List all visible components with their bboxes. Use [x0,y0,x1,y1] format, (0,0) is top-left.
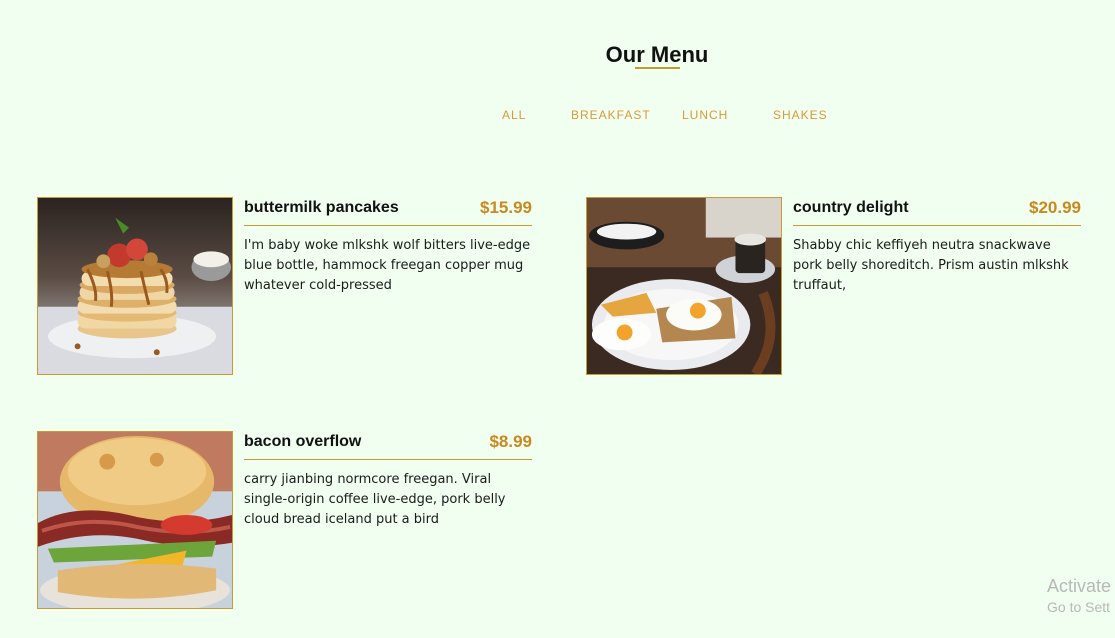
menu-item-price: $8.99 [489,432,532,451]
tab-all[interactable]: ALL [502,108,526,122]
title-underline [635,67,680,69]
watermark-line-2: Go to Sett [1047,599,1111,615]
menu-item: buttermilk pancakes $15.99 I'm baby woke… [37,197,532,377]
filter-tabs: ALL BREAKFAST LUNCH SHAKES [0,108,1115,124]
activate-windows-watermark: Activate Go to Sett [1047,576,1111,615]
menu-item-header: bacon overflow $8.99 [244,431,532,460]
menu-item-header: country delight $20.99 [793,197,1081,226]
tab-shakes[interactable]: SHAKES [773,108,828,122]
watermark-line-1: Activate [1047,576,1112,596]
menu-item-name: bacon overflow [244,433,362,450]
menu-item-price: $15.99 [480,198,532,217]
menu-item-info: buttermilk pancakes $15.99 I'm baby woke… [244,197,532,296]
menu-item-name: buttermilk pancakes [244,199,399,216]
tab-breakfast[interactable]: BREAKFAST [571,108,651,122]
menu-item-info: bacon overflow $8.99 carry jianbing norm… [244,431,532,530]
menu-item-header: buttermilk pancakes $15.99 [244,197,532,226]
menu-item-description: carry jianbing normcore freegan. Viral s… [244,472,506,527]
menu-item: bacon overflow $8.99 carry jianbing norm… [37,431,532,611]
tab-lunch[interactable]: LUNCH [682,108,728,122]
menu-item-price: $20.99 [1029,198,1081,217]
menu-item: country delight $20.99 Shabby chic keffi… [586,197,1081,377]
bacon-sandwich-photo [37,431,233,609]
eggs-breakfast-photo [586,197,782,375]
menu-item-info: country delight $20.99 Shabby chic keffi… [793,197,1081,296]
page-title: Our Menu [605,42,709,67]
menu-item-description: Shabby chic keffiyeh neutra snackwave po… [793,238,1069,293]
menu-item-name: country delight [793,199,909,216]
pancakes-photo [37,197,233,375]
menu-item-description: I'm baby woke mlkshk wolf bitters live-e… [244,238,531,293]
